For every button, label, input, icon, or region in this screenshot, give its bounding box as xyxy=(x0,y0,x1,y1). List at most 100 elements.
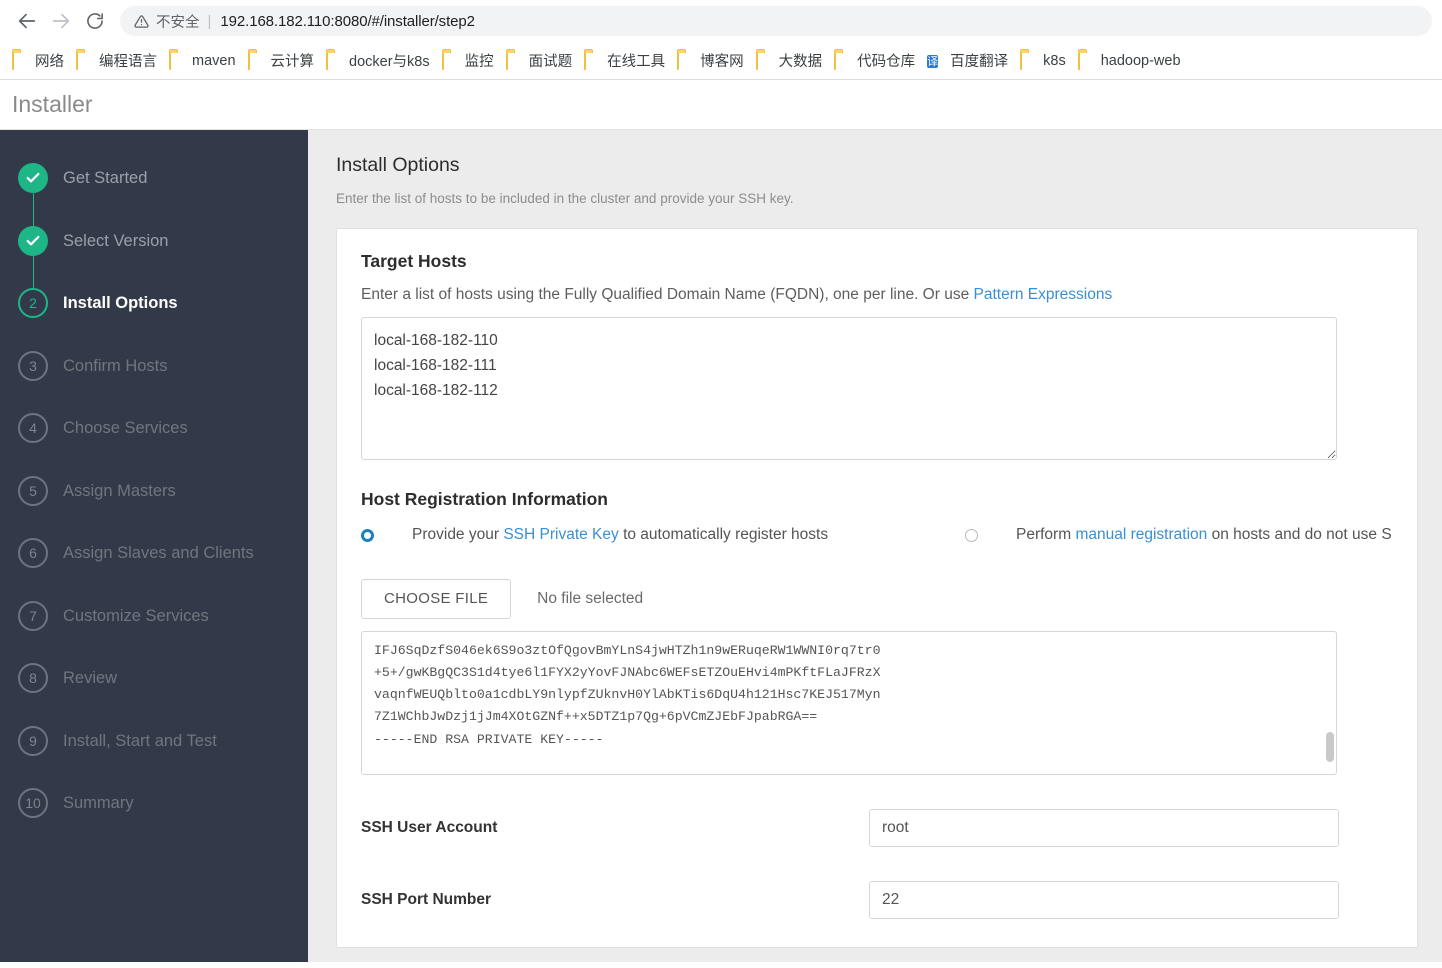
resize-handle[interactable] xyxy=(1324,762,1334,772)
sidebar-item-install-start-and-test[interactable]: 9 Install, Start and Test xyxy=(0,725,308,789)
sidebar-item-label: Get Started xyxy=(63,169,148,187)
folder-icon xyxy=(584,51,601,70)
sidebar-item-label: Summary xyxy=(63,794,134,812)
reload-icon[interactable] xyxy=(78,4,112,38)
bookmark-label: 博客网 xyxy=(700,54,744,70)
target-hosts-helper: Enter a list of hosts using the Fully Qu… xyxy=(361,286,1393,304)
bookmark-label: 编程语言 xyxy=(99,54,157,70)
ssh-private-key-input[interactable]: IFJ6SqDzfS046ek6S9o3ztOfQgovBmYLnS4jwHTZ… xyxy=(361,630,1337,775)
bookmark-label: k8s xyxy=(1043,52,1066,69)
sidebar-item-confirm-hosts[interactable]: 3 Confirm Hosts xyxy=(0,350,308,414)
folder-icon xyxy=(12,51,29,70)
registration-option-ssh-label: Provide your SSH Private Key to automati… xyxy=(412,524,828,547)
bookmark-item[interactable]: 代码仓库 xyxy=(830,47,923,74)
bookmark-label: maven xyxy=(192,52,236,69)
app-body: Get Started Select Version 2 Install Opt… xyxy=(0,130,1442,962)
choose-file-button[interactable]: CHOOSE FILE xyxy=(361,578,512,619)
ssh-private-key-text: IFJ6SqDzfS046ek6S9o3ztOfQgovBmYLnS4jwHTZ… xyxy=(374,642,881,747)
manual-registration-link[interactable]: manual registration xyxy=(1075,526,1207,543)
step-number: 10 xyxy=(18,788,48,818)
registration-option-manual-label: Perform manual registration on hosts and… xyxy=(1016,524,1392,547)
folder-icon xyxy=(677,51,694,70)
ssh-port-row: SSH Port Number xyxy=(361,880,1393,919)
folder-icon xyxy=(169,51,186,70)
sidebar-item-assign-masters[interactable]: 5 Assign Masters xyxy=(0,475,308,539)
bookmark-item[interactable]: 博客网 xyxy=(673,47,752,74)
ssh-port-label: SSH Port Number xyxy=(361,890,492,908)
wizard-sidebar: Get Started Select Version 2 Install Opt… xyxy=(0,130,308,962)
sidebar-item-customize-services[interactable]: 7 Customize Services xyxy=(0,600,308,664)
bookmark-item[interactable]: 面试题 xyxy=(502,47,581,74)
target-hosts-helper-text: Enter a list of hosts using the Fully Qu… xyxy=(361,286,974,303)
registration-option-ssh[interactable]: Provide your SSH Private Key to automati… xyxy=(361,524,965,547)
bookmark-label: 百度翻译 xyxy=(950,54,1009,70)
bookmark-label: 网络 xyxy=(35,54,64,70)
sidebar-item-choose-services[interactable]: 4 Choose Services xyxy=(0,413,308,476)
sidebar-item-select-version[interactable]: Select Version xyxy=(0,225,308,289)
sidebar-item-get-started[interactable]: Get Started xyxy=(0,163,308,226)
translate-icon-glyph: 译 xyxy=(927,55,939,68)
browser-chrome: 不安全 | 192.168.182.110:8080/#/installer/s… xyxy=(0,0,1442,80)
forward-icon[interactable] xyxy=(44,4,78,38)
target-hosts-input[interactable]: local-168-182-110 local-168-182-111 loca… xyxy=(361,317,1337,460)
ssh-private-key-link[interactable]: SSH Private Key xyxy=(503,526,618,543)
main-content: Install Options Enter the list of hosts … xyxy=(308,130,1442,962)
target-hosts-title: Target Hosts xyxy=(361,251,467,271)
bookmark-item[interactable]: 译百度翻译 xyxy=(923,47,1016,74)
sidebar-item-summary[interactable]: 10 Summary xyxy=(0,788,308,851)
step-number: 7 xyxy=(18,600,48,631)
folder-icon xyxy=(834,51,851,70)
bookmark-label: 面试题 xyxy=(528,54,573,70)
address-bar[interactable]: 不安全 | 192.168.182.110:8080/#/installer/s… xyxy=(120,6,1432,36)
bookmark-label: hadoop-web xyxy=(1100,52,1181,69)
folder-icon xyxy=(505,51,523,70)
folder-icon xyxy=(247,51,265,70)
bookmark-item[interactable]: k8s xyxy=(1016,49,1074,72)
bookmarks-bar: 网络 编程语言 maven 云计算 docker与k8s 监控 面试题 在线工具… xyxy=(0,42,1442,80)
radio-manual-registration[interactable] xyxy=(965,529,978,542)
step-connector xyxy=(32,193,34,226)
scrollbar-thumb[interactable] xyxy=(1326,731,1334,762)
not-secure-warning-icon xyxy=(134,14,149,29)
step-number: 3 xyxy=(18,350,48,381)
host-registration-title: Host Registration Information xyxy=(361,489,608,509)
ssh-user-input[interactable] xyxy=(869,808,1339,847)
check-icon xyxy=(18,225,48,256)
omnibox-divider: | xyxy=(207,12,212,30)
sidebar-item-label: Choose Services xyxy=(63,419,188,437)
step-connector xyxy=(32,255,34,289)
registration-option-manual[interactable]: Perform manual registration on hosts and… xyxy=(965,524,1392,547)
page-title: Install Options xyxy=(336,154,460,176)
ssh-user-row: SSH User Account xyxy=(361,808,1393,847)
folder-icon xyxy=(326,51,343,70)
bookmark-label: 监控 xyxy=(464,54,494,70)
app-header: Installer xyxy=(0,80,1442,130)
bookmark-item[interactable]: 云计算 xyxy=(244,47,323,74)
bookmark-item[interactable]: hadoop-web xyxy=(1074,49,1189,72)
manual-option-text-before: Perform xyxy=(1016,526,1076,543)
translate-icon: 译 xyxy=(927,52,944,69)
sidebar-item-assign-slaves-and-clients[interactable]: 6 Assign Slaves and Clients xyxy=(0,538,308,601)
step-number: 4 xyxy=(18,413,48,443)
bookmark-item[interactable]: maven xyxy=(165,49,244,72)
bookmark-item[interactable]: 大数据 xyxy=(752,47,831,74)
bookmark-item[interactable]: 编程语言 xyxy=(72,47,165,74)
bookmark-item[interactable]: docker与k8s xyxy=(322,47,438,74)
pattern-expressions-link[interactable]: Pattern Expressions xyxy=(974,286,1113,303)
sidebar-item-install-options[interactable]: 2 Install Options xyxy=(0,288,308,351)
bookmark-label: 大数据 xyxy=(778,54,823,70)
sidebar-item-label: Select Version xyxy=(63,231,169,250)
page-subtitle: Enter the list of hosts to be included i… xyxy=(336,191,794,206)
back-icon[interactable] xyxy=(10,4,44,38)
bookmark-label: docker与k8s xyxy=(349,54,430,70)
sidebar-item-review[interactable]: 8 Review xyxy=(0,663,308,726)
file-chooser-row: CHOOSE FILE No file selected xyxy=(361,578,1393,619)
bookmark-item[interactable]: 网络 xyxy=(8,47,72,74)
url-text: 192.168.182.110:8080/#/installer/step2 xyxy=(220,12,475,30)
radio-ssh-key[interactable] xyxy=(361,529,374,542)
ssh-port-input[interactable] xyxy=(869,880,1339,919)
step-number: 9 xyxy=(18,725,48,756)
bookmark-label: 在线工具 xyxy=(607,54,666,70)
bookmark-item[interactable]: 监控 xyxy=(438,47,502,74)
bookmark-item[interactable]: 在线工具 xyxy=(580,47,673,74)
